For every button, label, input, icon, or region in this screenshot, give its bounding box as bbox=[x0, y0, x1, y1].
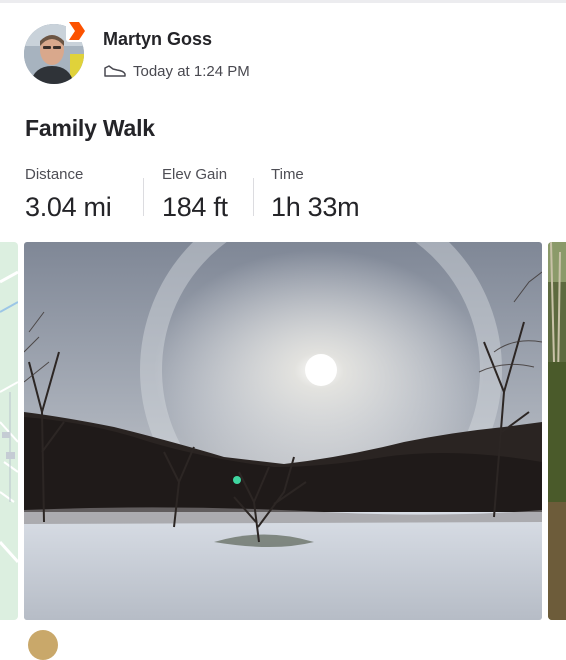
stat-divider bbox=[143, 178, 144, 216]
activity-timestamp: Today at 1:24 PM bbox=[133, 62, 250, 80]
walking-shoe-icon bbox=[104, 65, 126, 77]
subscriber-badge-icon bbox=[66, 20, 88, 42]
activity-title[interactable]: Family Walk bbox=[25, 115, 155, 142]
stat-label: Elev Gain bbox=[162, 166, 228, 183]
stat-value: 1h 33m bbox=[271, 192, 360, 222]
activity-photo[interactable] bbox=[24, 242, 542, 620]
next-photo-thumbnail[interactable] bbox=[548, 242, 566, 620]
stat-elev-gain: Elev Gain 184 ft bbox=[162, 166, 228, 223]
media-carousel[interactable] bbox=[0, 242, 566, 620]
route-map-thumbnail[interactable] bbox=[0, 242, 18, 620]
stat-time: Time 1h 33m bbox=[271, 166, 360, 223]
stat-distance: Distance 3.04 mi bbox=[25, 166, 112, 223]
top-divider bbox=[0, 0, 566, 3]
stat-label: Time bbox=[271, 166, 304, 183]
activity-meta: Today at 1:24 PM bbox=[103, 60, 250, 82]
athlete-name[interactable]: Martyn Goss bbox=[103, 29, 212, 50]
stat-divider bbox=[253, 178, 254, 216]
stat-value: 184 ft bbox=[162, 192, 228, 222]
next-feed-avatar[interactable] bbox=[28, 630, 58, 660]
stat-value: 3.04 mi bbox=[25, 192, 112, 222]
stat-label: Distance bbox=[25, 166, 84, 183]
